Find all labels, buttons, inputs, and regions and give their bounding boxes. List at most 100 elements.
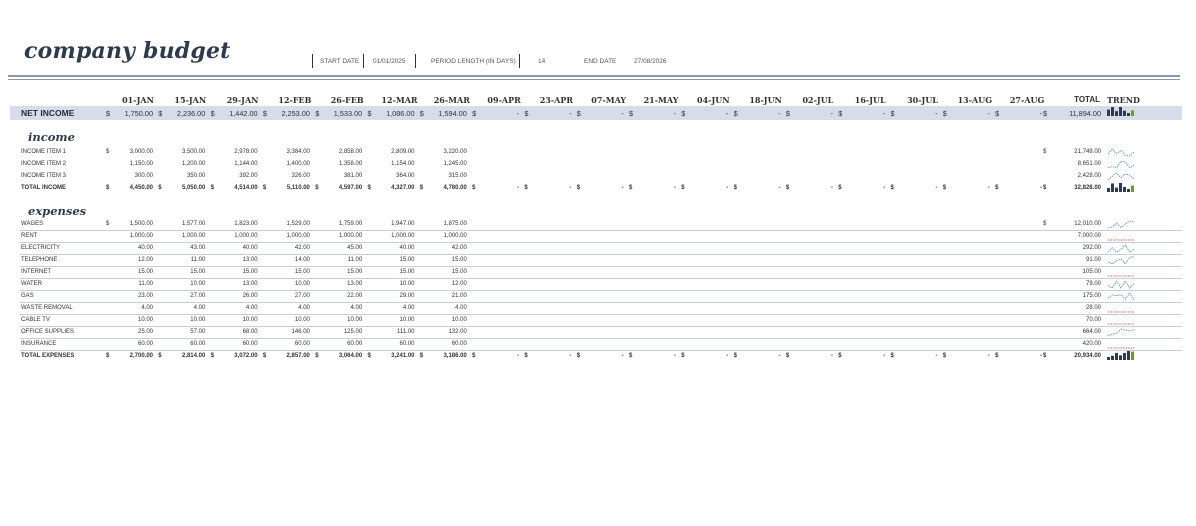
value-cell[interactable]: 15.00 [295,269,310,275]
value-cell[interactable]: 1,947.00 [391,221,414,227]
value-cell[interactable]: 26.00 [243,293,258,299]
value-cell[interactable]: 4.00 [298,305,310,311]
value-cell[interactable]: 2,858.00 [339,149,362,155]
period-length-value[interactable]: 14 [538,58,545,65]
value-cell[interactable]: 22.00 [347,293,362,299]
value-cell[interactable]: 2,978.00 [234,149,257,155]
value-cell[interactable]: 27.00 [295,293,310,299]
value-cell[interactable]: 11.00 [138,281,153,287]
value-cell[interactable]: 1,000.00 [130,233,153,239]
net-income-cell[interactable]: - [1040,109,1042,118]
value-cell[interactable]: 300.00 [135,173,153,179]
net-income-cell[interactable]: - [569,109,571,118]
value-cell[interactable]: 10.00 [138,317,153,323]
value-cell[interactable]: 10.00 [190,281,205,287]
value-cell[interactable]: 60.00 [399,341,414,347]
value-cell[interactable]: 11.00 [348,257,363,263]
value-cell[interactable]: 1,529.00 [287,221,310,227]
value-cell[interactable]: 3,000.00 [130,149,153,155]
value-cell[interactable]: 1,000.00 [234,233,257,239]
value-cell[interactable]: 4.00 [246,305,258,311]
value-cell[interactable]: 125.00 [344,329,362,335]
value-cell[interactable]: 13.00 [243,257,258,263]
value-cell[interactable]: 10.00 [399,281,414,287]
net-income-cell[interactable]: - [674,109,676,118]
value-cell[interactable]: 392.00 [239,173,257,179]
value-cell[interactable]: 10.00 [295,281,310,287]
net-income-cell[interactable]: - [726,109,728,118]
value-cell[interactable]: 40.00 [243,245,258,251]
value-cell[interactable]: 45.00 [347,245,362,251]
value-cell[interactable]: 42.00 [452,245,467,251]
value-cell[interactable]: 3,220.00 [443,149,466,155]
value-cell[interactable]: 11.00 [191,257,206,263]
value-cell[interactable]: 27.00 [190,293,205,299]
value-cell[interactable]: 1,500.00 [130,221,153,227]
value-cell[interactable]: 4.00 [194,305,206,311]
value-cell[interactable]: 13.00 [243,281,258,287]
value-cell[interactable]: 60.00 [243,341,258,347]
net-income-cell[interactable]: - [935,109,937,118]
value-cell[interactable]: 60.00 [452,341,467,347]
value-cell[interactable]: 4.00 [403,305,415,311]
value-cell[interactable]: 132.00 [448,329,466,335]
value-cell[interactable]: 1,000.00 [339,233,362,239]
value-cell[interactable]: 1,000.00 [182,233,205,239]
value-cell[interactable]: 10.00 [452,317,467,323]
net-income-cell[interactable]: 2,253.00 [281,109,309,118]
value-cell[interactable]: 1,577.00 [182,221,205,227]
value-cell[interactable]: 1,144.00 [234,161,257,167]
value-cell[interactable]: 3,384.00 [287,149,310,155]
value-cell[interactable]: 57.00 [190,329,205,335]
value-cell[interactable]: 1,000.00 [287,233,310,239]
net-income-cell[interactable]: - [830,109,832,118]
value-cell[interactable]: 10.00 [295,317,310,323]
net-income-cell[interactable]: 1,594.00 [438,109,466,118]
net-income-cell[interactable]: 1,750.00 [125,109,153,118]
value-cell[interactable]: 68.00 [243,329,258,335]
value-cell[interactable]: 10.00 [243,317,258,323]
value-cell[interactable]: 15.00 [243,269,258,275]
value-cell[interactable]: 326.00 [292,173,310,179]
value-cell[interactable]: 15.00 [347,269,362,275]
value-cell[interactable]: 1,823.00 [234,221,257,227]
net-income-cell[interactable]: - [621,109,623,118]
value-cell[interactable]: 1,200.00 [182,161,205,167]
value-cell[interactable]: 15.00 [399,257,414,263]
value-cell[interactable]: 4.00 [351,305,363,311]
value-cell[interactable]: 111.00 [397,329,414,335]
value-cell[interactable]: 15.00 [452,269,467,275]
value-cell[interactable]: 60.00 [138,341,153,347]
net-income-cell[interactable]: 1,533.00 [334,109,362,118]
value-cell[interactable]: 14.00 [295,257,310,263]
value-cell[interactable]: 29.00 [399,293,414,299]
net-income-cell[interactable]: - [778,109,780,118]
value-cell[interactable]: 10.00 [399,317,414,323]
value-cell[interactable]: 1,759.00 [339,221,362,227]
value-cell[interactable]: 350.00 [187,173,205,179]
value-cell[interactable]: 1,000.00 [443,233,466,239]
value-cell[interactable]: 13.00 [347,281,362,287]
net-income-cell[interactable]: 2,236.00 [177,109,205,118]
value-cell[interactable]: 42.00 [295,245,310,251]
net-income-cell[interactable]: 1,086.00 [386,109,414,118]
value-cell[interactable]: 15.00 [399,269,414,275]
net-income-cell[interactable]: - [883,109,885,118]
value-cell[interactable]: 1,000.00 [391,233,414,239]
value-cell[interactable]: 1,875.00 [443,221,466,227]
value-cell[interactable]: 15.00 [452,257,467,263]
net-income-cell[interactable]: - [987,109,989,118]
value-cell[interactable]: 40.00 [399,245,414,251]
value-cell[interactable]: 43.00 [190,245,205,251]
value-cell[interactable]: 60.00 [295,341,310,347]
value-cell[interactable]: 25.00 [138,329,153,335]
value-cell[interactable]: 1,400.00 [287,161,310,167]
value-cell[interactable]: 21.00 [452,293,467,299]
value-cell[interactable]: 1,358.00 [339,161,362,167]
net-income-cell[interactable]: 1,442.00 [229,109,257,118]
value-cell[interactable]: 364.00 [396,173,414,179]
value-cell[interactable]: 60.00 [347,341,362,347]
value-cell[interactable]: 2,809.00 [391,149,414,155]
value-cell[interactable]: 60.00 [190,341,205,347]
value-cell[interactable]: 23.00 [138,293,153,299]
